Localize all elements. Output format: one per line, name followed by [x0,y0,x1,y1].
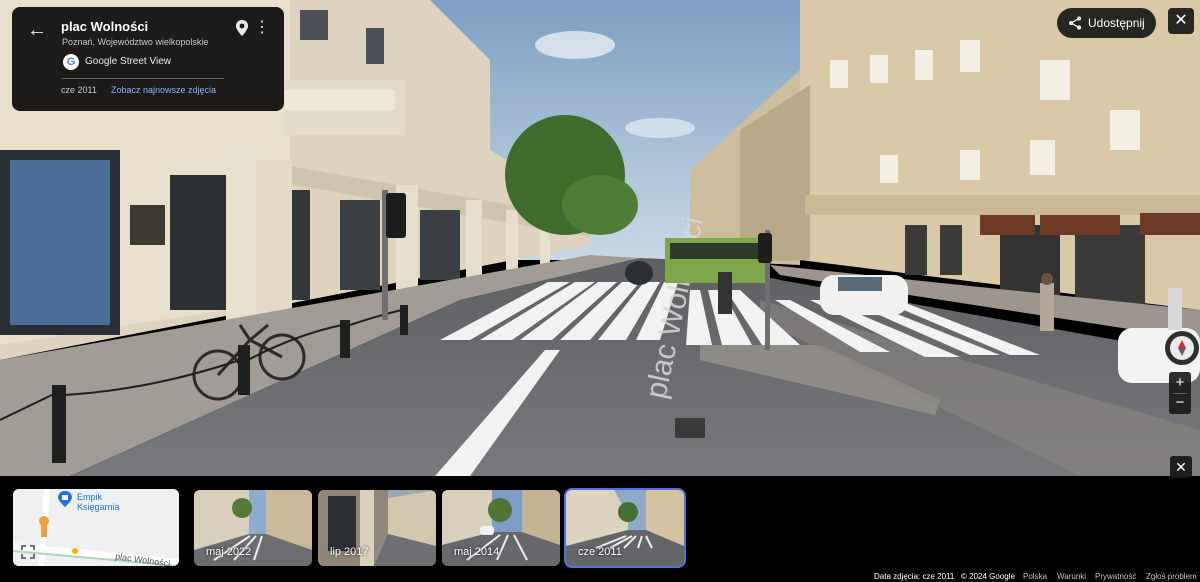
capture-date: cze 2011 [61,85,97,95]
dark-car [625,261,653,285]
zoom-in-icon[interactable]: + [1169,373,1191,393]
location-pin-icon[interactable] [234,19,250,37]
footer-report[interactable]: Zgłoś problem [1146,572,1197,581]
expand-icon[interactable] [20,544,36,560]
divider [62,78,224,79]
map-place-label: Empik Księgarnia [77,492,120,512]
zoom-controls: + − [1169,372,1191,414]
close-timeline-icon[interactable]: ✕ [1170,456,1192,478]
footer-privacy[interactable]: Prywatność [1095,572,1136,581]
close-icon[interactable]: ✕ [1168,8,1194,34]
footer-terms[interactable]: Warunki [1057,572,1086,581]
compass-icon[interactable] [1165,331,1199,365]
footer-country[interactable]: Polska [1023,572,1047,581]
zoom-out-icon[interactable]: − [1169,393,1191,413]
thumb-label: maj 2014 [454,546,500,558]
footer-copyright: © 2024 Google [961,572,1015,581]
share-button[interactable]: Udostępnij [1057,8,1156,38]
footer-photo-date: Data zdjęcia: cze 2011 [874,572,955,581]
more-vert-icon[interactable]: ⋮ [254,19,270,37]
location-info-card: ← plac Wolności Poznań, Województwo wiel… [12,7,284,111]
drain-grate [675,418,705,438]
white-car [820,275,908,315]
service-label: Google Street View [85,56,171,67]
thumb-label: cze 2011 [578,546,622,558]
history-thumb-lip-2017[interactable]: lip 2017 [318,490,436,566]
history-thumb-maj-2014[interactable]: maj 2014 [442,490,560,566]
share-label: Udostępnij [1088,16,1145,30]
thumb-label: lip 2017 [330,546,369,558]
back-arrow-icon[interactable]: ← [26,19,48,41]
thumb-label: maj 2022 [206,546,252,558]
history-thumb-maj-2022[interactable]: maj 2022 [194,490,312,566]
mini-map[interactable]: Empik Księgarnia plac Wolności [13,489,179,566]
google-logo-icon: G [63,54,79,70]
share-icon [1069,16,1081,30]
history-thumb-cze-2011[interactable]: cze 2011 [564,488,686,568]
place-subtitle: Poznań, Województwo wielkopolskie [62,37,209,47]
place-title: plac Wolności [61,19,149,34]
latest-photos-link[interactable]: Zobacz najnowsze zdjęcia [111,85,216,95]
